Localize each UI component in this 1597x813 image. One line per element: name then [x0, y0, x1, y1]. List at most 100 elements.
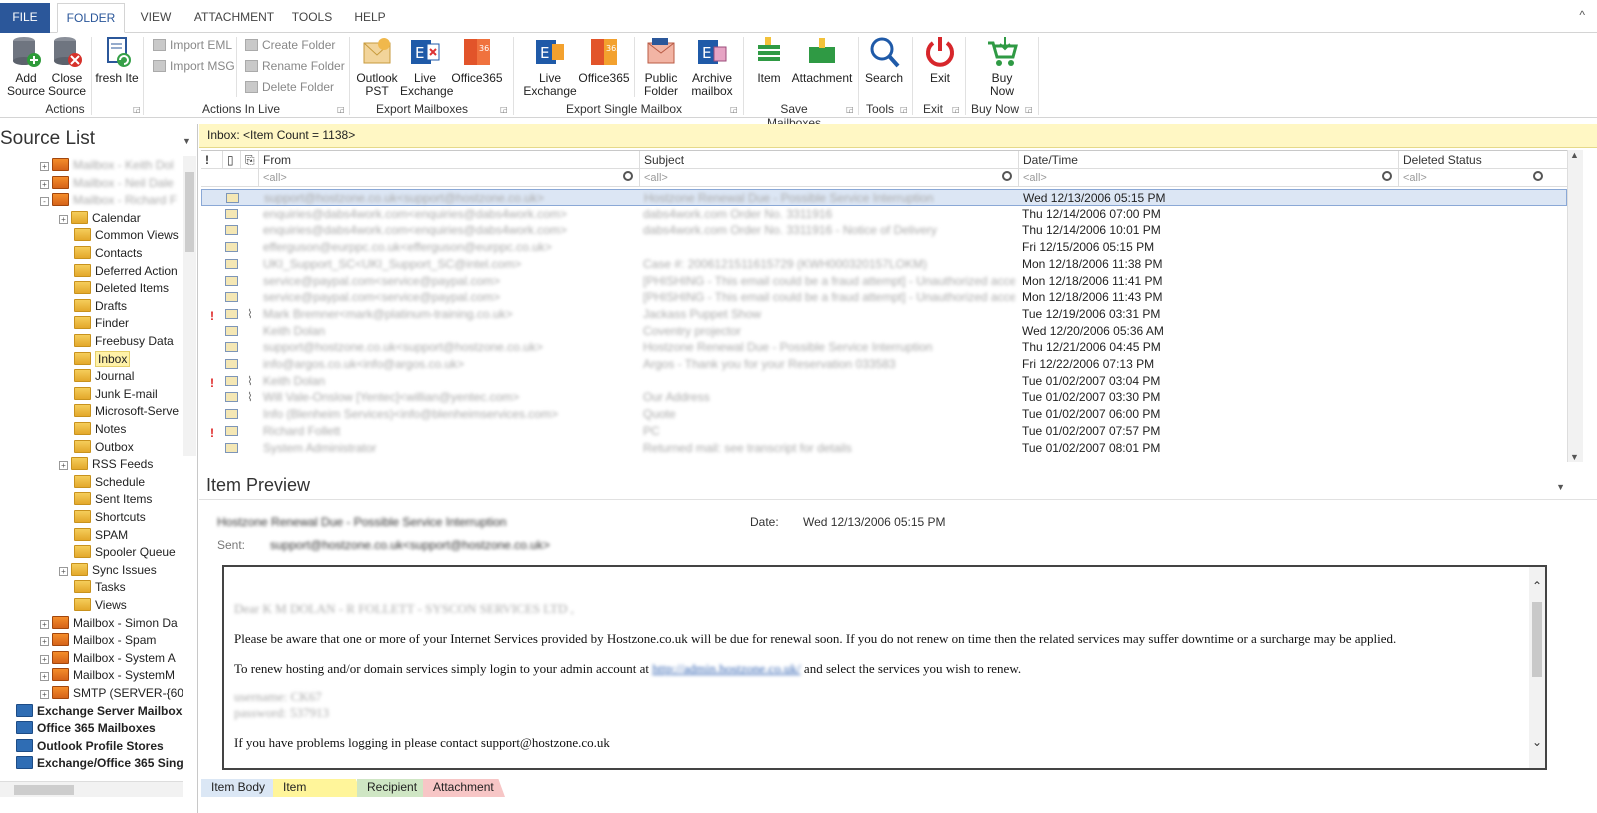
- source-tree-item[interactable]: Sent Items: [59, 490, 152, 508]
- source-tree-item[interactable]: Shortcuts: [59, 508, 146, 526]
- table-row[interactable]: enquiries@dabs4work.com<enquiries@dabs4w…: [201, 206, 1567, 223]
- filter-date[interactable]: <all>: [1019, 169, 1399, 187]
- tab-item-property[interactable]: Item Property: [273, 779, 363, 797]
- table-row[interactable]: support@hostzone.co.uk<support@hostzone.…: [201, 189, 1567, 206]
- filter-from[interactable]: <all>: [259, 169, 640, 187]
- table-row[interactable]: service@paypal.com<service@paypal.com> [P…: [201, 289, 1567, 306]
- source-tree-item[interactable]: Microsoft-Serve: [59, 402, 179, 420]
- filter-subject[interactable]: <all>: [640, 169, 1019, 187]
- scroll-up-icon[interactable]: ▲: [1570, 150, 1579, 160]
- source-tree-item[interactable]: Deleted Items: [59, 279, 169, 297]
- source-tree-vscrollbar[interactable]: [183, 156, 196, 456]
- source-tree-item[interactable]: Office 365 Mailboxes: [16, 719, 156, 737]
- tab-file[interactable]: FILE: [0, 3, 50, 33]
- source-tree-item[interactable]: + Calendar: [59, 209, 141, 227]
- source-tree-item[interactable]: + Mailbox - System A: [40, 649, 176, 667]
- tools-launcher-icon[interactable]: ◲: [900, 105, 908, 114]
- export-outlook-pst-button[interactable]: Outlook PST: [354, 35, 400, 98]
- tab-help[interactable]: HELP: [346, 3, 394, 33]
- expand-icon[interactable]: +: [40, 637, 49, 647]
- table-row[interactable]: System Administrator Returned mail: see t…: [201, 440, 1567, 457]
- export-launcher-icon[interactable]: ◲: [500, 105, 508, 114]
- source-tree-item[interactable]: Drafts: [59, 297, 127, 315]
- ribbon-collapse-icon[interactable]: ^: [1579, 8, 1585, 22]
- expand-icon[interactable]: +: [40, 619, 49, 629]
- table-row[interactable]: UKI_Support_SC<UKI_Support_SC@intel.com>…: [201, 256, 1567, 273]
- search-icon[interactable]: [1533, 171, 1543, 181]
- source-tree-item[interactable]: Exchange Server Mailbox: [16, 702, 182, 720]
- filter-deleted[interactable]: <all>: [1399, 169, 1567, 187]
- table-row[interactable]: efferguson@eurppc.co.uk<efferguson@eurpp…: [201, 239, 1567, 256]
- tab-attachment[interactable]: ATTACHMENT: [190, 3, 278, 33]
- column-importance[interactable]: !: [201, 151, 223, 169]
- source-tree-item[interactable]: Outlook Profile Stores: [16, 737, 164, 755]
- expand-icon[interactable]: +: [40, 179, 49, 189]
- source-tree-item[interactable]: Inbox: [59, 350, 131, 368]
- import-msg-button[interactable]: Import MSG: [153, 56, 235, 76]
- source-tree-item[interactable]: + Sync Issues: [59, 561, 157, 579]
- buy-now-button[interactable]: Buy Now: [980, 35, 1024, 98]
- import-eml-button[interactable]: Import EML: [153, 35, 232, 55]
- column-from[interactable]: From: [259, 151, 640, 169]
- source-tree-item[interactable]: + Mailbox - Neil Dale: [40, 174, 174, 192]
- source-tree-item[interactable]: SPAM: [59, 526, 128, 544]
- archive-mailbox-button[interactable]: E Archive mailbox: [686, 35, 738, 98]
- source-tree-item[interactable]: + Mailbox - Simon Da: [40, 614, 178, 632]
- table-row[interactable]: enquiries@dabs4work.com<enquiries@dabs4w…: [201, 222, 1567, 239]
- save-item-button[interactable]: Item: [750, 35, 788, 85]
- table-row[interactable]: ! ⌇ Mark Bremner<mark@platinum-training.co…: [201, 306, 1567, 323]
- tab-attachment[interactable]: Attachment: [423, 779, 505, 797]
- table-row[interactable]: service@paypal.com<service@paypal.com> [P…: [201, 273, 1567, 290]
- expand-icon[interactable]: +: [40, 654, 49, 664]
- expand-icon[interactable]: +: [59, 214, 68, 224]
- close-source-button[interactable]: Close Source: [47, 35, 87, 98]
- live-launcher-icon[interactable]: ◲: [337, 105, 345, 114]
- expand-icon[interactable]: +: [40, 690, 49, 699]
- expand-icon[interactable]: +: [59, 566, 68, 576]
- body-link[interactable]: http://admin.hostzone.co.uk/: [652, 661, 800, 676]
- source-tree-item[interactable]: Views: [59, 596, 127, 614]
- source-tree-item[interactable]: Schedule: [59, 473, 145, 491]
- source-tree-item[interactable]: - Mailbox - Richard F: [40, 191, 177, 209]
- expand-icon[interactable]: +: [59, 461, 68, 471]
- mail-grid-vscrollbar[interactable]: ▲ ▼: [1567, 150, 1583, 462]
- table-row[interactable]: Info (Blenheim Services)<info@blenheimse…: [201, 406, 1567, 423]
- tab-item-body[interactable]: Item Body: [201, 779, 279, 797]
- actions-launcher-icon[interactable]: ◲: [133, 105, 141, 114]
- save-launcher-icon[interactable]: ◲: [846, 105, 854, 114]
- search-icon[interactable]: [623, 171, 633, 181]
- single-office365-button[interactable]: 365 Office365: [578, 35, 630, 85]
- scroll-thumb[interactable]: [1532, 602, 1542, 677]
- scroll-thumb[interactable]: [14, 785, 74, 795]
- source-tree-item[interactable]: + RSS Feeds: [59, 455, 153, 473]
- expand-icon[interactable]: +: [40, 162, 49, 171]
- exit-button[interactable]: Exit: [918, 35, 962, 85]
- scroll-down-icon[interactable]: ⌄: [1532, 735, 1542, 750]
- table-row[interactable]: ! Richard Follett PC Tue 01/02/2007 07:57 P…: [201, 423, 1567, 440]
- save-attachment-button[interactable]: Attachment: [791, 35, 853, 85]
- column-deleted-status[interactable]: Deleted Status: [1399, 151, 1567, 169]
- scroll-thumb[interactable]: [185, 172, 194, 252]
- source-tree-item[interactable]: Outbox: [59, 438, 134, 456]
- source-tree-item[interactable]: + Mailbox - SystemM: [40, 666, 175, 684]
- tab-recipient[interactable]: Recipient: [357, 779, 429, 797]
- source-tree-item[interactable]: Contacts: [59, 244, 142, 262]
- source-tree-item[interactable]: Common Views: [59, 226, 179, 244]
- rename-folder-button[interactable]: Rename Folder: [245, 56, 345, 76]
- column-attachment[interactable]: ⎘: [241, 151, 259, 169]
- tab-tools[interactable]: TOOLS: [284, 3, 340, 33]
- source-tree-item[interactable]: Freebusy Data: [59, 332, 174, 350]
- export-live-exchange-button[interactable]: E Live Exchange: [400, 35, 453, 98]
- search-icon[interactable]: [1382, 171, 1392, 181]
- source-tree-item[interactable]: Tasks: [59, 578, 126, 596]
- source-tree-item[interactable]: Deferred Action: [59, 262, 178, 280]
- column-type[interactable]: ▯: [223, 151, 241, 169]
- table-row[interactable]: ! ⌇ Keith Dolan Tue 01/02/2007 03:04 PM: [201, 373, 1567, 390]
- collapse-icon[interactable]: -: [40, 197, 49, 207]
- source-tree-hscrollbar[interactable]: [0, 781, 183, 797]
- exit-launcher-icon[interactable]: ◲: [952, 105, 960, 114]
- source-tree-item[interactable]: Spooler Queue: [59, 543, 176, 561]
- source-tree-item[interactable]: Notes: [59, 420, 126, 438]
- tab-folder[interactable]: FOLDER: [57, 3, 125, 33]
- source-tree-item[interactable]: Junk E-mail: [59, 385, 158, 403]
